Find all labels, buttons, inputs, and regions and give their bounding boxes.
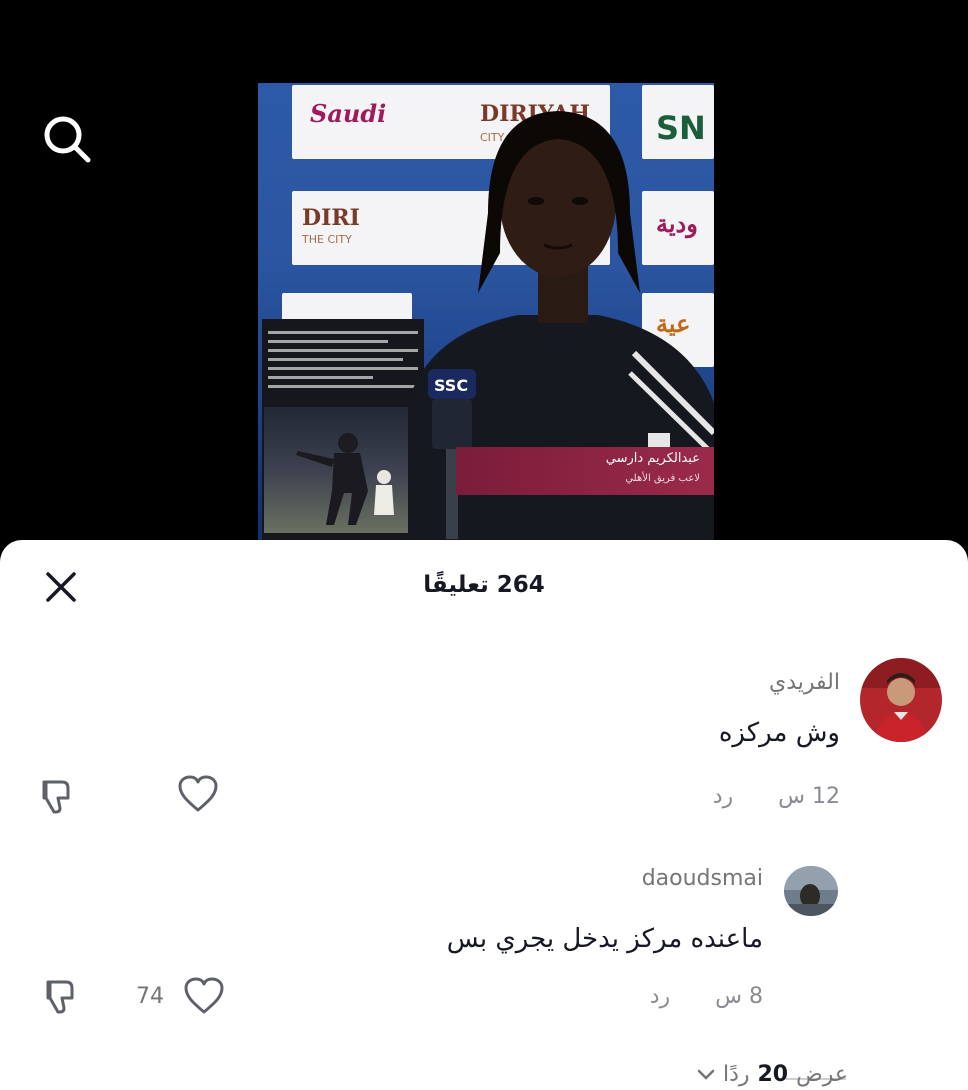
mic-brand: SSC xyxy=(434,376,468,395)
sponsor-diriyah-2: DIRI xyxy=(302,205,360,231)
comment-text: وش مركزه xyxy=(718,718,840,748)
comment-meta: 8 س رد xyxy=(650,984,763,1009)
dislike-icon xyxy=(42,780,70,814)
search-icon xyxy=(44,116,91,163)
dislike-button[interactable] xyxy=(40,976,80,1016)
comment-time: 12 س xyxy=(778,784,840,809)
video-frame[interactable]: Saudi DIRIYAH CITY OF EARTH SN DIRI THE … xyxy=(258,83,714,543)
dislike-button[interactable] xyxy=(36,776,76,816)
reply-button[interactable]: رد xyxy=(650,984,670,1009)
view-replies-count: 20 xyxy=(757,1062,789,1087)
like-count: 74 xyxy=(136,984,164,1009)
video-area[interactable]: Saudi DIRIYAH CITY OF EARTH SN DIRI THE … xyxy=(0,0,968,560)
lower-third-caption: عبدالكريم دارسي لاعب فريق الأهلي xyxy=(456,447,714,495)
lower-third-name: عبدالكريم دارسي xyxy=(605,451,700,466)
comments-sheet: 264 تعليقًا الفريدي وش مركزه 12 س رد dao… xyxy=(0,540,968,1090)
comment-time: 8 س xyxy=(715,984,763,1009)
comment-username[interactable]: daoudsmai xyxy=(642,866,763,891)
search-button[interactable] xyxy=(36,108,100,172)
dislike-icon xyxy=(46,980,74,1014)
avatar[interactable] xyxy=(860,658,942,742)
comment-username[interactable]: الفريدي xyxy=(769,670,840,695)
heart-icon xyxy=(178,775,218,812)
like-button[interactable] xyxy=(176,774,220,814)
view-replies-button[interactable]: عرض 20 ردًا xyxy=(697,1062,848,1087)
reply-button[interactable]: رد xyxy=(713,784,733,809)
comment-text: ماعنده مركز يدخل يجري بس xyxy=(446,924,763,954)
comments-count-title: 264 تعليقًا xyxy=(423,572,545,598)
comment-meta: 12 س رد xyxy=(713,784,840,809)
view-replies-suffix: ردًا xyxy=(722,1062,750,1087)
like-button[interactable] xyxy=(182,976,226,1016)
heart-icon xyxy=(184,977,224,1014)
chevron-down-icon xyxy=(697,1069,715,1080)
view-replies-prefix: عرض xyxy=(796,1062,848,1087)
lower-third-subtitle: لاعب فريق الأهلي xyxy=(625,473,700,484)
sponsor-diriyah-2-tagline: THE CITY xyxy=(302,233,352,246)
avatar[interactable] xyxy=(784,866,838,916)
